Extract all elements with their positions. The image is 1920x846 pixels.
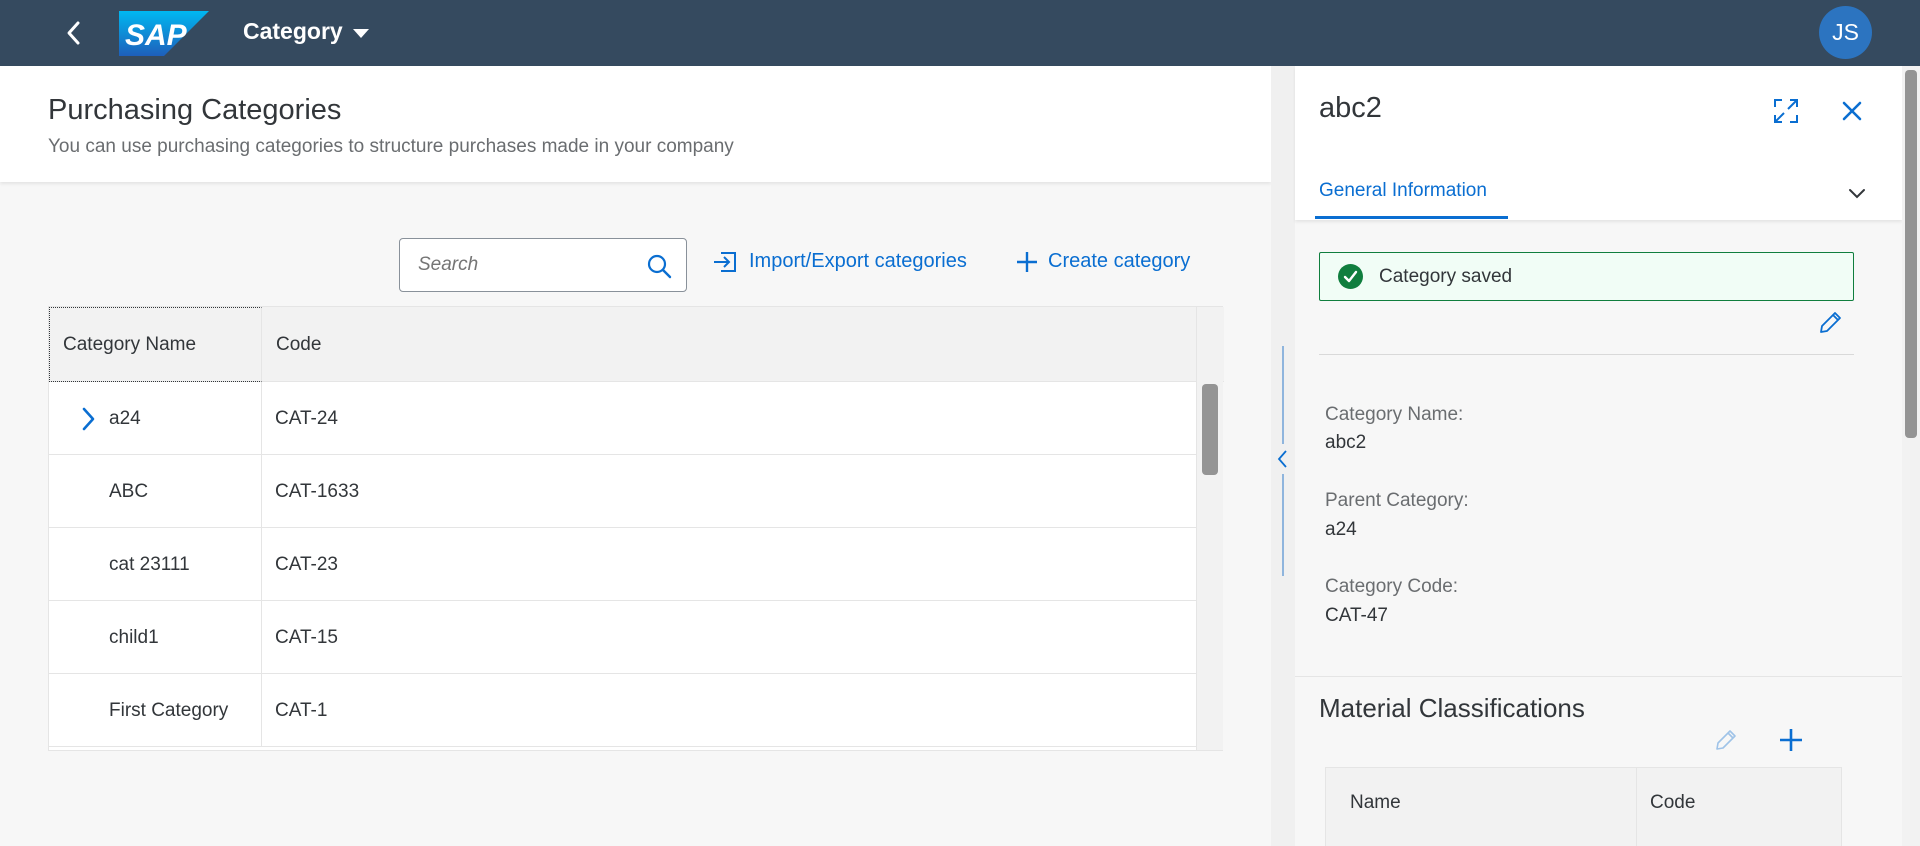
code-cell: CAT-1633 xyxy=(275,480,360,502)
page-title: Purchasing Categories xyxy=(48,94,342,126)
detail-panel-header: abc2 General Information xyxy=(1295,66,1902,220)
category-name-cell: cat 23111 xyxy=(109,553,190,575)
category-code-value: CAT-47 xyxy=(1325,605,1389,626)
code-cell: CAT-15 xyxy=(275,626,339,648)
shell-bar: SAP Category JS xyxy=(0,0,1920,66)
sap-logo-text: SAP xyxy=(125,19,188,52)
import-icon xyxy=(714,251,736,272)
classifications-table: Name Code xyxy=(1325,767,1842,846)
column-header-category-name[interactable]: Category Name xyxy=(49,307,262,382)
tab-underline xyxy=(1315,216,1508,219)
table-scrollbar[interactable] xyxy=(1196,307,1223,750)
column-divider xyxy=(1636,768,1637,846)
close-button[interactable] xyxy=(1835,94,1869,128)
parent-category-label: Parent Category: xyxy=(1325,490,1469,511)
app-title: Category xyxy=(243,18,343,44)
code-cell: CAT-24 xyxy=(275,407,339,429)
chevron-left-icon xyxy=(67,21,80,45)
success-message: Category saved xyxy=(1319,252,1854,301)
categories-table: Category Name Code a24 CAT-24 ABC CAT-16… xyxy=(48,306,1224,751)
chevron-right-icon[interactable] xyxy=(75,404,101,434)
category-name-value: abc2 xyxy=(1325,432,1367,453)
column-header-code[interactable]: Code xyxy=(1650,768,1695,838)
panel-scrollbar-thumb[interactable] xyxy=(1905,70,1917,438)
splitter[interactable] xyxy=(1271,66,1295,846)
edit-icon[interactable] xyxy=(1813,306,1847,340)
category-name-label: Category Name: xyxy=(1325,404,1464,425)
code-cell: CAT-1 xyxy=(275,699,328,721)
search-icon[interactable] xyxy=(646,253,672,279)
detail-title: abc2 xyxy=(1319,92,1382,124)
search-input[interactable] xyxy=(418,251,628,279)
plus-icon xyxy=(1017,251,1037,272)
category-name-cell: ABC xyxy=(109,480,149,502)
app-title-menu[interactable]: Category xyxy=(243,18,369,45)
fullscreen-icon xyxy=(1774,99,1798,123)
import-export-button[interactable]: Import/Export categories xyxy=(713,250,967,273)
category-code-label: Category Code: xyxy=(1325,576,1459,597)
table-row[interactable]: First Category CAT-1 xyxy=(49,674,1196,747)
tab-general-information[interactable]: General Information xyxy=(1319,180,1487,202)
create-category-label: Create category xyxy=(1048,250,1191,272)
create-category-button[interactable]: Create category xyxy=(1016,250,1190,273)
panel-scrollbar[interactable] xyxy=(1902,66,1920,846)
code-cell: CAT-23 xyxy=(275,553,339,575)
divider xyxy=(1319,354,1854,355)
table-row[interactable]: cat 23111 CAT-23 xyxy=(49,528,1196,601)
avatar[interactable]: JS xyxy=(1819,6,1872,59)
success-icon xyxy=(1338,264,1363,289)
category-name-cell: child1 xyxy=(109,626,159,648)
add-icon[interactable] xyxy=(1776,725,1806,755)
table-row[interactable]: a24 CAT-24 xyxy=(49,382,1196,455)
table-scrollbar-thumb[interactable] xyxy=(1202,384,1218,475)
table-toolbar: Import/Export categories Create category xyxy=(0,238,1271,292)
table-row[interactable]: child1 CAT-15 xyxy=(49,601,1196,674)
category-name-cell: First Category xyxy=(109,699,229,721)
back-button[interactable] xyxy=(58,17,90,49)
material-classifications-section: Material Classifications Name Code xyxy=(1295,676,1902,846)
parent-category-value: a24 xyxy=(1325,519,1357,540)
page-subtitle: You can use purchasing categories to str… xyxy=(48,136,734,157)
sap-logo: SAP xyxy=(119,11,209,56)
table-row[interactable]: ABC CAT-1633 xyxy=(49,455,1196,528)
column-header-name[interactable]: Name xyxy=(1350,768,1401,838)
table-header: Category Name Code xyxy=(49,307,1224,382)
edit-icon xyxy=(1716,730,1736,750)
column-header-code[interactable]: Code xyxy=(262,307,1196,382)
chevron-left-icon xyxy=(1277,450,1287,468)
caret-down-icon xyxy=(352,28,369,38)
import-export-label: Import/Export categories xyxy=(749,250,967,272)
category-name-cell: a24 xyxy=(109,407,141,429)
section-title: Material Classifications xyxy=(1319,693,1585,723)
page-header: Purchasing Categories You can use purcha… xyxy=(0,66,1271,182)
chevron-down-icon[interactable] xyxy=(1842,179,1872,209)
detail-panel: abc2 General Information Category saved … xyxy=(1295,66,1902,846)
collapse-button[interactable] xyxy=(1275,444,1291,474)
close-icon xyxy=(1842,101,1862,121)
search-field[interactable] xyxy=(399,238,687,292)
success-message-text: Category saved xyxy=(1379,265,1513,287)
fullscreen-button[interactable] xyxy=(1769,94,1803,128)
